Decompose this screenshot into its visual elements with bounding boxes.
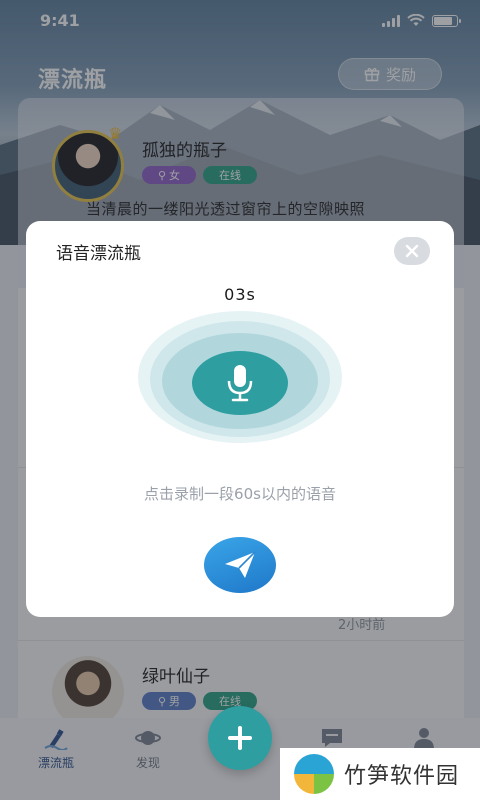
- voice-bottle-dialog: 语音漂流瓶 03s 点击录制一段60s以内的语音: [26, 221, 454, 617]
- watermark-text: 竹笋软件园: [344, 764, 460, 789]
- paper-plane-icon: [225, 551, 256, 578]
- close-button[interactable]: [394, 237, 430, 265]
- dialog-title: 语音漂流瓶: [56, 244, 141, 264]
- plus-icon: [228, 726, 252, 750]
- close-icon: [405, 244, 419, 258]
- recording-timer: 03s: [224, 285, 256, 304]
- record-hint: 点击录制一段60s以内的语音: [144, 485, 336, 503]
- microphone-icon: [227, 365, 253, 402]
- send-button[interactable]: [204, 537, 276, 593]
- add-bottle-button[interactable]: [208, 706, 272, 770]
- record-button[interactable]: [192, 351, 288, 415]
- watermark-logo-icon: [294, 754, 334, 794]
- watermark: 竹笋软件园: [280, 748, 480, 800]
